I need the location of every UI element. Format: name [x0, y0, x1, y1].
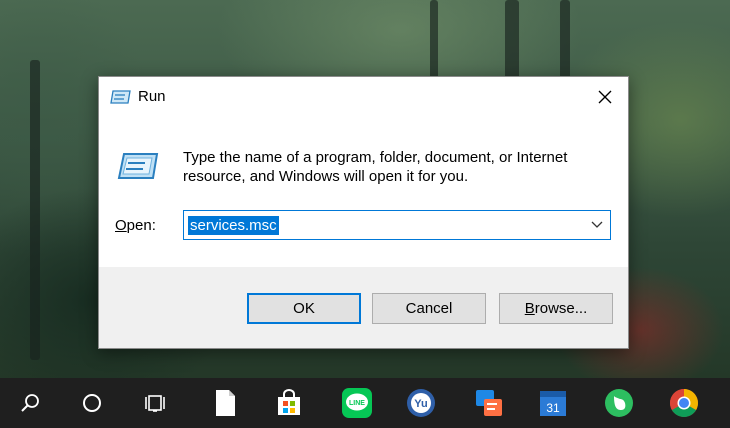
microsoft-store-icon: [278, 389, 300, 415]
calendar-icon: 31: [540, 391, 566, 416]
task-view-icon: [145, 395, 165, 412]
app-icon-translator: [476, 390, 502, 416]
browse-accelerator: B: [524, 300, 535, 317]
dialog-footer: OK Cancel Browse...: [99, 267, 628, 348]
open-input-value[interactable]: services.msc: [188, 216, 279, 235]
search-icon: [21, 394, 39, 412]
taskbar: LINE Yu 31: [0, 378, 730, 428]
open-label-text: pen:: [126, 217, 156, 234]
dialog-title: Run: [138, 88, 166, 105]
dialog-description: Type the name of a program, folder, docu…: [183, 149, 568, 185]
cancel-button[interactable]: Cancel: [372, 293, 486, 324]
taskbar-calendar-button[interactable]: 31: [530, 378, 576, 428]
run-icon: [117, 153, 159, 179]
run-icon: [110, 90, 131, 104]
dropdown-button[interactable]: [584, 211, 610, 239]
taskbar-store-button[interactable]: [266, 378, 312, 428]
title-bar[interactable]: Run: [99, 77, 628, 117]
close-icon: [598, 90, 612, 104]
open-label: Open:: [115, 217, 156, 234]
taskbar-chrome-button[interactable]: [661, 378, 707, 428]
open-label-accelerator: O: [115, 217, 127, 234]
chevron-down-icon: [591, 221, 603, 228]
file-icon: [216, 390, 235, 416]
cortana-icon: [83, 394, 101, 412]
app-icon-globe: Yu: [407, 389, 435, 417]
globe-icon-text: Yu: [414, 398, 427, 410]
run-dialog: Run Type the name of a program, folder, …: [98, 76, 629, 349]
taskbar-task-view-button[interactable]: [133, 378, 179, 428]
taskbar-file-button[interactable]: [202, 378, 248, 428]
line-app-icon: LINE: [342, 388, 372, 418]
chrome-icon: [670, 389, 698, 417]
line-icon-text: LINE: [349, 400, 365, 407]
taskbar-line-button[interactable]: LINE: [334, 378, 380, 428]
ok-button[interactable]: OK: [247, 293, 361, 324]
taskbar-search-button[interactable]: [7, 378, 53, 428]
browse-label: rowse...: [534, 300, 588, 317]
taskbar-app-globe-button[interactable]: Yu: [398, 378, 444, 428]
taskbar-cortana-button[interactable]: [69, 378, 115, 428]
open-combobox[interactable]: services.msc: [183, 210, 611, 240]
calendar-icon-text: 31: [546, 401, 560, 415]
evernote-icon: [605, 389, 633, 417]
taskbar-translator-button[interactable]: [466, 378, 512, 428]
taskbar-evernote-button[interactable]: [596, 378, 642, 428]
close-button[interactable]: [582, 77, 628, 117]
browse-button[interactable]: Browse...: [499, 293, 613, 324]
